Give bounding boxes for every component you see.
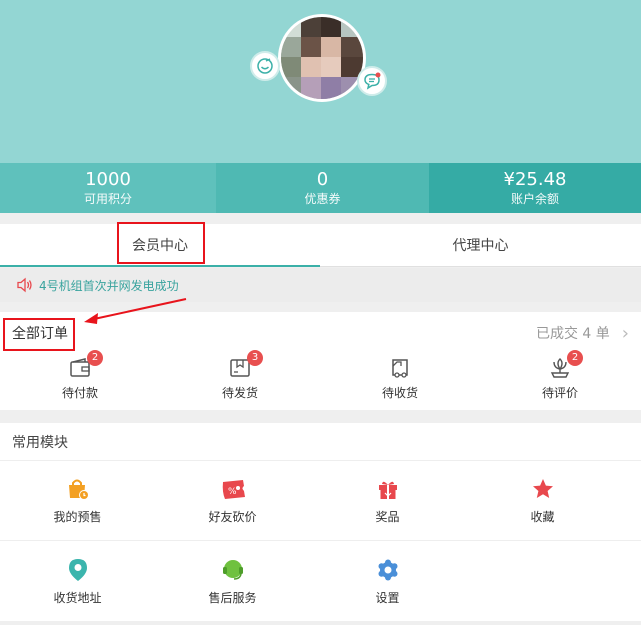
annotation-arrow [84, 298, 187, 324]
gear-icon [378, 559, 397, 580]
member-center-page: 1000 可用积分 0 优惠券 ¥25.48 账户余额 会员中心 代理中心 4号… [0, 0, 641, 625]
order-status-pending-review[interactable]: 2 待评价 [480, 350, 640, 410]
order-status-pending-shipment[interactable]: 3 待发货 [160, 350, 320, 410]
headset-icon [222, 559, 243, 580]
module-after-sales[interactable]: 售后服务 [155, 541, 310, 621]
center-tabs: 会员中心 代理中心 [0, 224, 641, 267]
pending-payment-count: 2 [87, 350, 103, 366]
bargain-ticket-icon: % [222, 480, 245, 499]
after-sales-label: 售后服务 [208, 590, 257, 605]
account-stats: 1000 可用积分 0 优惠券 ¥25.48 账户余额 [0, 163, 641, 213]
points-stat[interactable]: 1000 可用积分 [0, 163, 216, 213]
module-prizes[interactable]: 奖品 [310, 461, 465, 540]
sign-in-icon[interactable] [250, 51, 280, 81]
modules-title: 常用模块 [0, 423, 641, 461]
profile-header [0, 0, 641, 163]
chevron-right-icon: › [621, 322, 629, 344]
coupons-label: 优惠券 [304, 192, 341, 206]
presale-bag-icon [68, 479, 89, 500]
pending-shipment-label: 待发货 [221, 386, 258, 400]
my-presale-label: 我的预售 [53, 510, 102, 524]
svg-text:%: % [228, 487, 237, 497]
module-my-presale[interactable]: 我的预售 [0, 461, 155, 540]
gift-icon [378, 481, 397, 499]
message-icon[interactable] [357, 66, 387, 96]
balance-stat[interactable]: ¥25.48 账户余额 [429, 163, 641, 213]
avatar[interactable] [278, 14, 366, 102]
module-friend-bargain[interactable]: % 好友砍价 [155, 461, 310, 540]
friend-bargain-label: 好友砍价 [208, 510, 257, 524]
balance-label: 账户余额 [510, 192, 559, 206]
star-icon [532, 479, 553, 498]
truck-icon [392, 359, 408, 378]
points-label: 可用积分 [83, 192, 132, 206]
pending-payment-label: 待付款 [61, 386, 98, 400]
coupons-value: 0 [316, 169, 329, 190]
pending-receipt-label: 待收货 [381, 386, 418, 400]
order-status-pending-receipt[interactable]: 待收货 [320, 354, 480, 410]
points-value: 1000 [85, 169, 131, 190]
balance-value: ¥25.48 [503, 169, 567, 190]
orders-summary: 已成交 4 单 [535, 326, 610, 342]
pending-shipment-count: 3 [247, 350, 263, 366]
annotation-box-member-tab [117, 222, 205, 264]
common-modules-section: 常用模块 我的预售 % 好友砍价 奖品 收藏 收货地址 售后服务 设置 [0, 423, 641, 621]
prizes-label: 奖品 [375, 510, 400, 524]
settings-label: 设置 [375, 590, 400, 605]
order-status-pending-payment[interactable]: 2 待付款 [0, 350, 160, 410]
order-status-list: 2 待付款 3 待发货 待收货 2 待评价 [0, 350, 641, 410]
avatar-image [281, 17, 363, 99]
tab-agent-center-label: 代理中心 [452, 238, 509, 254]
annotation-box-all-orders [3, 318, 75, 351]
speaker-icon [17, 277, 32, 293]
pending-review-count: 2 [567, 350, 583, 366]
notice-text: 4号机组首次并网发电成功 [39, 278, 179, 293]
location-pin-icon [68, 558, 87, 581]
pending-review-label: 待评价 [541, 386, 578, 400]
tab-agent-center[interactable]: 代理中心 [320, 224, 641, 267]
coupons-stat[interactable]: 0 优惠券 [216, 163, 429, 213]
module-settings[interactable]: 设置 [310, 541, 465, 621]
shipping-address-label: 收货地址 [53, 590, 102, 605]
module-favorites[interactable]: 收藏 [465, 461, 620, 540]
module-shipping-address[interactable]: 收货地址 [0, 541, 155, 621]
favorites-label: 收藏 [530, 510, 555, 524]
